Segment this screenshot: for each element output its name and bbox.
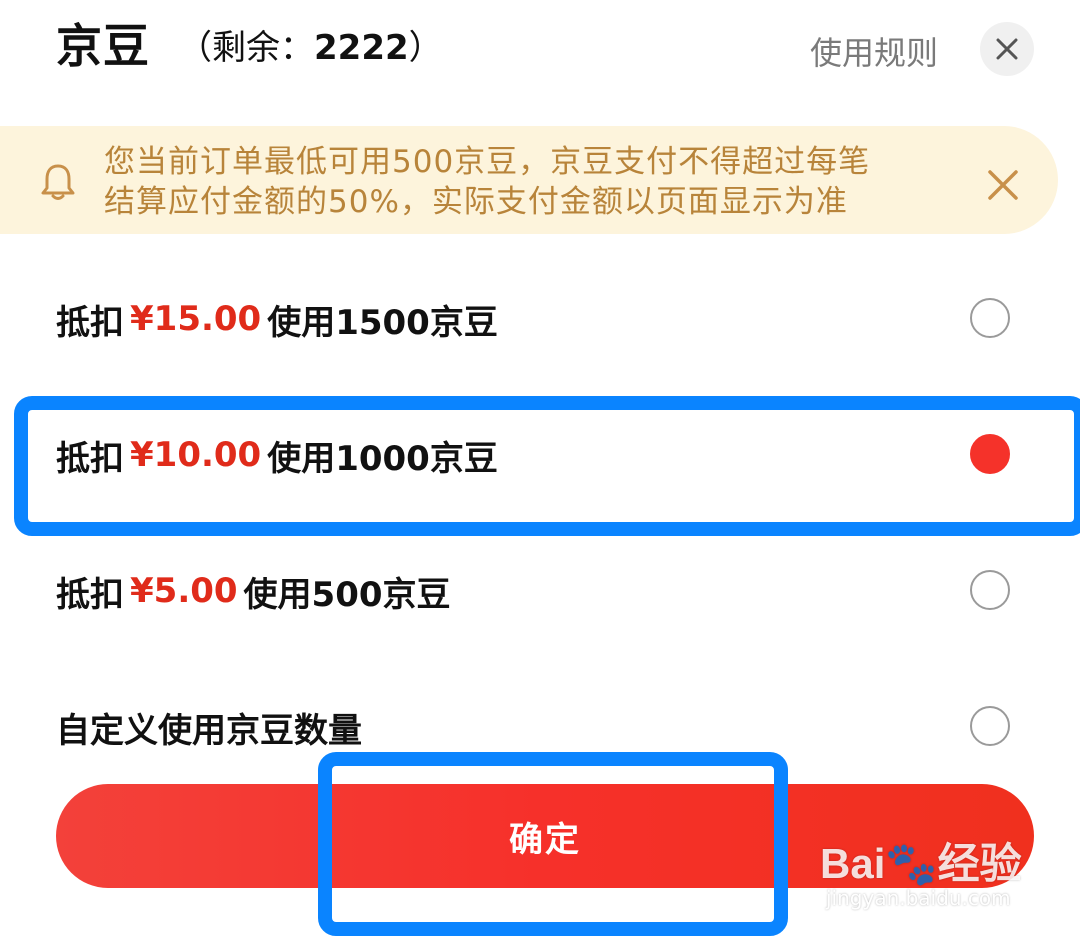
option-amount: ¥15.00 (130, 299, 262, 339)
page-title: 京豆 (56, 19, 150, 73)
remaining-prefix: （剩余： (178, 28, 314, 68)
option-suffix: 使用500京豆 (243, 574, 451, 615)
remaining-suffix: ） (408, 28, 443, 68)
option-amount: ¥5.00 (130, 571, 238, 611)
option-suffix: 使用1500京豆 (267, 302, 498, 343)
option-amount: ¥10.00 (130, 435, 262, 475)
option-suffix: 使用1000京豆 (267, 438, 498, 479)
notice-close-icon[interactable] (984, 166, 1022, 204)
radio-button-selected[interactable] (970, 434, 1010, 474)
usage-rules-link[interactable]: 使用规则 (810, 28, 938, 74)
watermark-brand: Bai🐾经验 (820, 840, 1022, 887)
jingdou-panel: 京豆 （剩余：2222） 使用规则 您当前订单最低可用500京豆，京豆支付不得超… (0, 0, 1080, 944)
notice-line-1: 您当前订单最低可用500京豆，京豆支付不得超过每笔 (104, 144, 871, 180)
radio-button[interactable] (970, 570, 1010, 610)
remaining-balance: （剩余：2222） (178, 20, 443, 69)
option-label: 抵扣 ¥15.00 使用1500京豆 (56, 254, 498, 384)
baidu-watermark-logo: Bai🐾经验 jingyan.baidu.com (820, 830, 1022, 910)
radio-button[interactable] (970, 298, 1010, 338)
option-prefix: 抵扣 (56, 574, 124, 615)
remaining-value: 2222 (314, 28, 409, 68)
option-10[interactable]: 抵扣 ¥10.00 使用1000京豆 (0, 390, 1080, 520)
watermark-url: jingyan.baidu.com (826, 886, 1011, 910)
option-15[interactable]: 抵扣 ¥15.00 使用1500京豆 (0, 254, 1080, 384)
bell-icon (41, 164, 75, 200)
notice-banner: 您当前订单最低可用500京豆，京豆支付不得超过每笔 结算应付金额的50%，实际支… (0, 126, 1058, 234)
option-custom[interactable]: 自定义使用京豆数量 (0, 662, 1080, 792)
close-button[interactable] (980, 22, 1034, 76)
radio-button[interactable] (970, 706, 1010, 746)
option-prefix: 抵扣 (56, 438, 124, 479)
option-5[interactable]: 抵扣 ¥5.00 使用500京豆 (0, 526, 1080, 656)
close-icon (996, 38, 1018, 60)
notice-text: 您当前订单最低可用500京豆，京豆支付不得超过每笔 结算应付金额的50%，实际支… (104, 142, 944, 222)
option-label: 自定义使用京豆数量 (56, 710, 362, 751)
notice-line-2: 结算应付金额的50%，实际支付金额以页面显示为准 (104, 184, 848, 220)
option-label: 抵扣 ¥5.00 使用500京豆 (56, 526, 451, 656)
option-prefix: 抵扣 (56, 302, 124, 343)
option-label: 抵扣 ¥10.00 使用1000京豆 (56, 390, 498, 520)
